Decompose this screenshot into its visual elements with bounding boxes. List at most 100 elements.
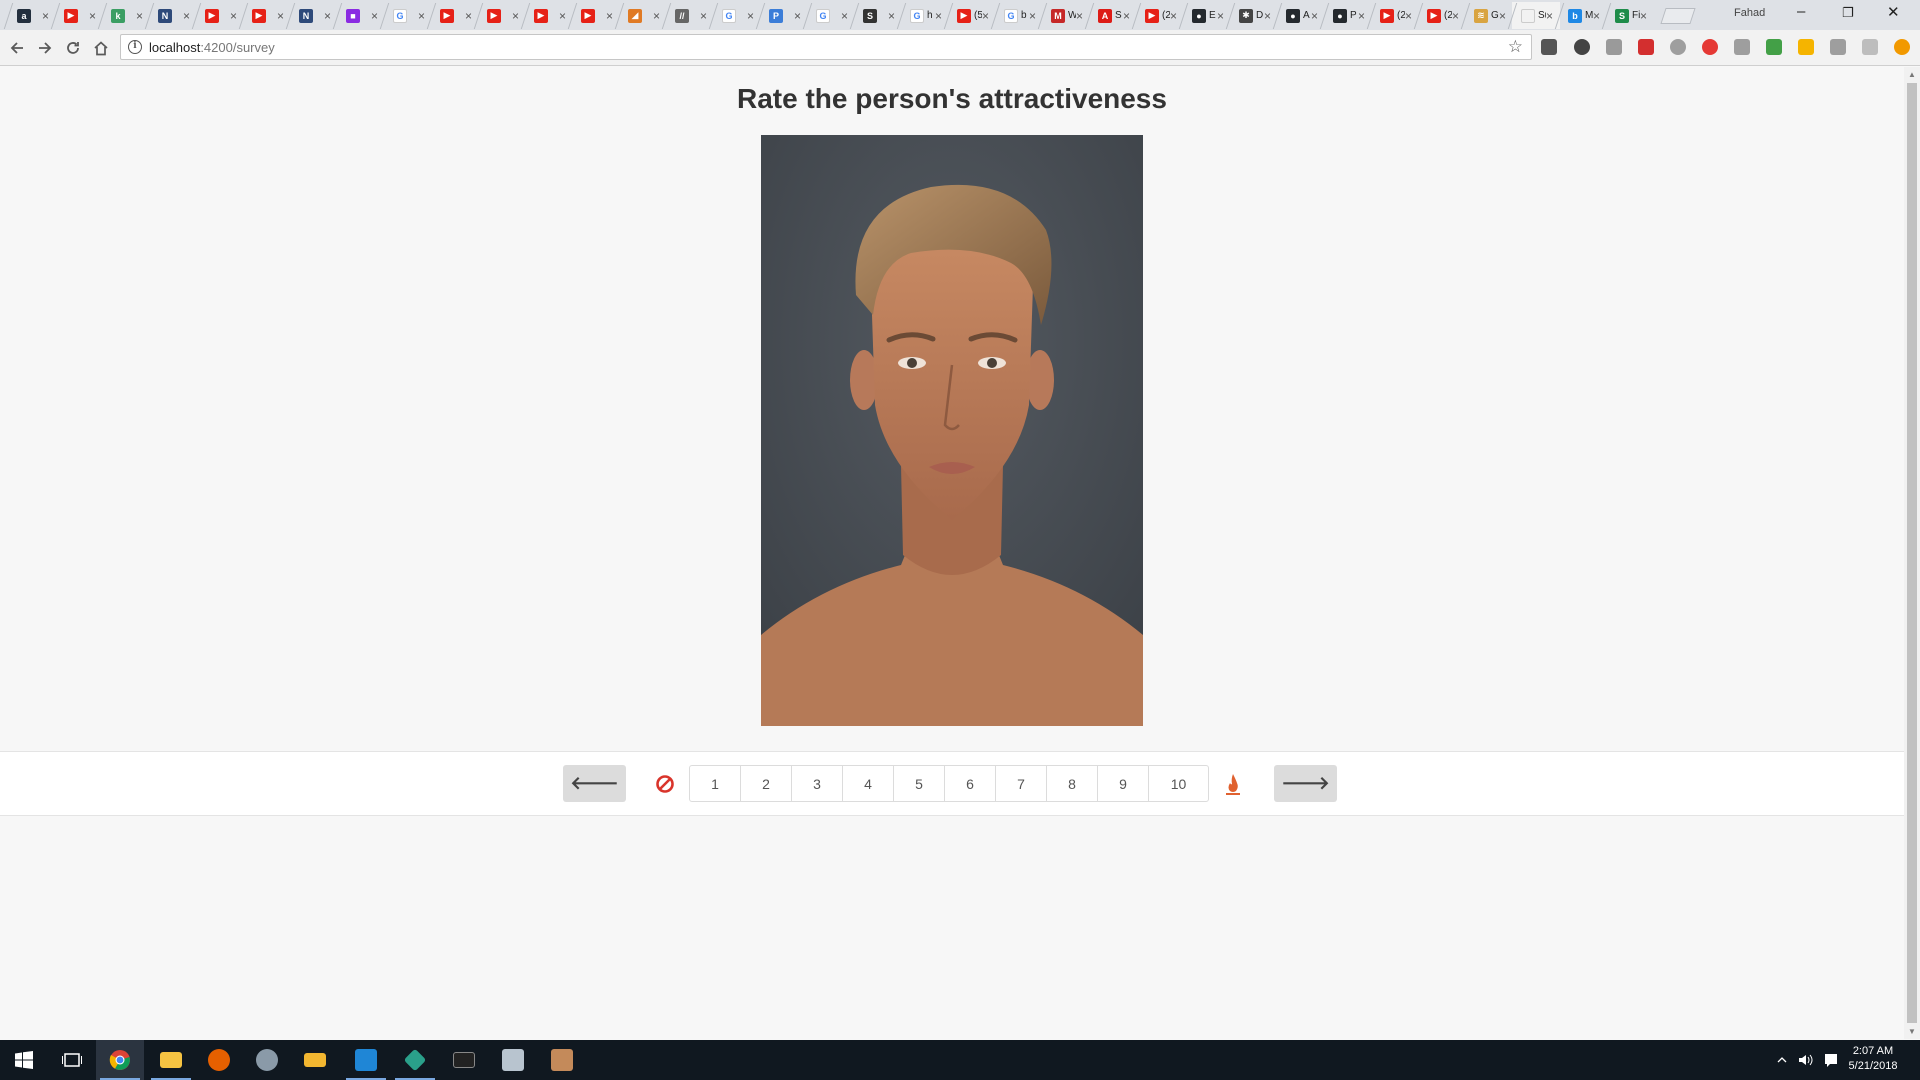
extension-person-icon[interactable] (1862, 39, 1878, 55)
browser-tab[interactable]: ▶ (2 × (1418, 2, 1466, 29)
close-window-button[interactable]: ✕ (1887, 3, 1900, 21)
tab-close-icon[interactable]: × (700, 9, 707, 23)
minimize-button[interactable]: – (1797, 3, 1805, 20)
browser-tab[interactable]: k × (102, 2, 150, 29)
tab-close-icon[interactable]: × (794, 9, 801, 23)
browser-tab[interactable]: G × (807, 2, 855, 29)
tab-close-icon[interactable]: × (89, 9, 96, 23)
taskbar-app-2[interactable] (489, 1040, 537, 1080)
tab-close-icon[interactable]: × (653, 9, 660, 23)
tray-chevron-icon[interactable] (1776, 1040, 1788, 1080)
tab-close-icon[interactable]: × (1452, 9, 1459, 23)
extension-red-icon[interactable] (1638, 39, 1654, 55)
next-button[interactable]: 🡒 (1274, 765, 1337, 802)
browser-tab[interactable]: ▶ (2 × (1371, 2, 1419, 29)
extension-globe-icon[interactable] (1574, 39, 1590, 55)
tab-close-icon[interactable]: × (841, 9, 848, 23)
reload-button[interactable] (61, 36, 85, 60)
tab-close-icon[interactable]: × (230, 9, 237, 23)
tab-close-icon[interactable]: × (1499, 9, 1506, 23)
rating-button-9[interactable]: 9 (1098, 766, 1149, 801)
browser-tab[interactable]: ● A × (1277, 2, 1325, 29)
taskbar-firefox[interactable] (195, 1040, 243, 1080)
browser-tab[interactable]: ▶ × (243, 2, 291, 29)
extension-orange-icon[interactable] (1894, 39, 1910, 55)
browser-tab[interactable]: ▶ (5 × (948, 2, 996, 29)
tab-close-icon[interactable]: × (1593, 9, 1600, 23)
extension-opera-icon[interactable] (1702, 39, 1718, 55)
rating-button-4[interactable]: 4 (843, 766, 894, 801)
browser-tab[interactable]: Su× (1512, 2, 1560, 29)
tab-close-icon[interactable]: × (888, 9, 895, 23)
volume-icon[interactable] (1798, 1040, 1814, 1080)
extension-gray-icon[interactable] (1606, 39, 1622, 55)
task-view-button[interactable] (48, 1040, 96, 1080)
browser-tab[interactable]: ● P × (1324, 2, 1372, 29)
browser-tab[interactable]: N × (290, 2, 338, 29)
tab-close-icon[interactable]: × (1546, 9, 1553, 23)
tab-close-icon[interactable]: × (606, 9, 613, 23)
extension-text-icon[interactable] (1830, 39, 1846, 55)
taskbar-file-explorer[interactable] (147, 1040, 195, 1080)
tab-close-icon[interactable]: × (183, 9, 190, 23)
taskbar-git-kraken[interactable] (391, 1040, 439, 1080)
taskbar-clock[interactable]: 2:07 AM 5/21/2018 (1838, 1044, 1908, 1074)
browser-tab[interactable]: b M × (1559, 2, 1607, 29)
new-tab-button[interactable] (1660, 8, 1696, 24)
home-button[interactable] (89, 36, 113, 60)
browser-tab[interactable]: ● E × (1183, 2, 1231, 29)
tab-close-icon[interactable]: × (559, 9, 566, 23)
taskbar-terminal[interactable] (440, 1040, 488, 1080)
tab-close-icon[interactable]: × (1170, 9, 1177, 23)
extension-chart-icon[interactable] (1734, 39, 1750, 55)
tab-close-icon[interactable]: × (1076, 9, 1083, 23)
bookmark-star-icon[interactable]: ☆ (1508, 37, 1523, 57)
browser-tab[interactable]: ✱ D × (1230, 2, 1278, 29)
extension-cup-icon[interactable] (1541, 39, 1557, 55)
taskbar-app-3[interactable] (538, 1040, 586, 1080)
tab-close-icon[interactable]: × (277, 9, 284, 23)
browser-tab[interactable]: ■ × (337, 2, 385, 29)
previous-button[interactable]: 🡐 (563, 765, 626, 802)
tab-close-icon[interactable]: × (982, 9, 989, 23)
tab-close-icon[interactable]: × (1311, 9, 1318, 23)
browser-tab[interactable]: a × (8, 2, 56, 29)
rating-button-2[interactable]: 2 (741, 766, 792, 801)
restore-button[interactable]: ❐ (1842, 5, 1854, 21)
browser-tab[interactable]: ▶ × (55, 2, 103, 29)
browser-tab[interactable]: // × (666, 2, 714, 29)
page-scrollbar[interactable]: ▲ ▼ (1904, 67, 1920, 1039)
tab-close-icon[interactable]: × (1217, 9, 1224, 23)
rating-button-5[interactable]: 5 (894, 766, 945, 801)
start-button[interactable] (0, 1040, 48, 1080)
tab-close-icon[interactable]: × (465, 9, 472, 23)
browser-tab[interactable]: ≋ G × (1465, 2, 1513, 29)
browser-tab[interactable]: M W × (1042, 2, 1090, 29)
scrollbar-thumb[interactable] (1907, 83, 1917, 1023)
taskbar-chrome[interactable] (96, 1040, 144, 1080)
extension-home-icon[interactable] (1766, 39, 1782, 55)
extension-edit-icon[interactable] (1798, 39, 1814, 55)
tab-close-icon[interactable]: × (42, 9, 49, 23)
browser-tab[interactable]: Gb × (995, 2, 1043, 29)
tab-close-icon[interactable]: × (1358, 9, 1365, 23)
scroll-up-arrow-icon[interactable]: ▲ (1908, 70, 1916, 79)
rating-button-3[interactable]: 3 (792, 766, 843, 801)
browser-tab[interactable]: S × (854, 2, 902, 29)
browser-tab[interactable]: ▶ × (196, 2, 244, 29)
tab-close-icon[interactable]: × (1405, 9, 1412, 23)
browser-tab[interactable]: S Fi × (1606, 2, 1654, 29)
tab-close-icon[interactable]: × (136, 9, 143, 23)
tab-close-icon[interactable]: × (1029, 9, 1036, 23)
tab-close-icon[interactable]: × (371, 9, 378, 23)
tab-close-icon[interactable]: × (1264, 9, 1271, 23)
rating-button-1[interactable]: 1 (690, 766, 741, 801)
browser-tab[interactable]: P × (760, 2, 808, 29)
skip-rating-icon[interactable] (655, 774, 675, 794)
browser-tab[interactable]: ▶ (2 × (1136, 2, 1184, 29)
taskbar-vscode[interactable] (342, 1040, 390, 1080)
back-button[interactable] (5, 36, 29, 60)
notification-icon[interactable] (1824, 1040, 1838, 1080)
tab-close-icon[interactable]: × (512, 9, 519, 23)
address-bar[interactable]: i localhost:4200/survey ☆ (120, 34, 1532, 60)
